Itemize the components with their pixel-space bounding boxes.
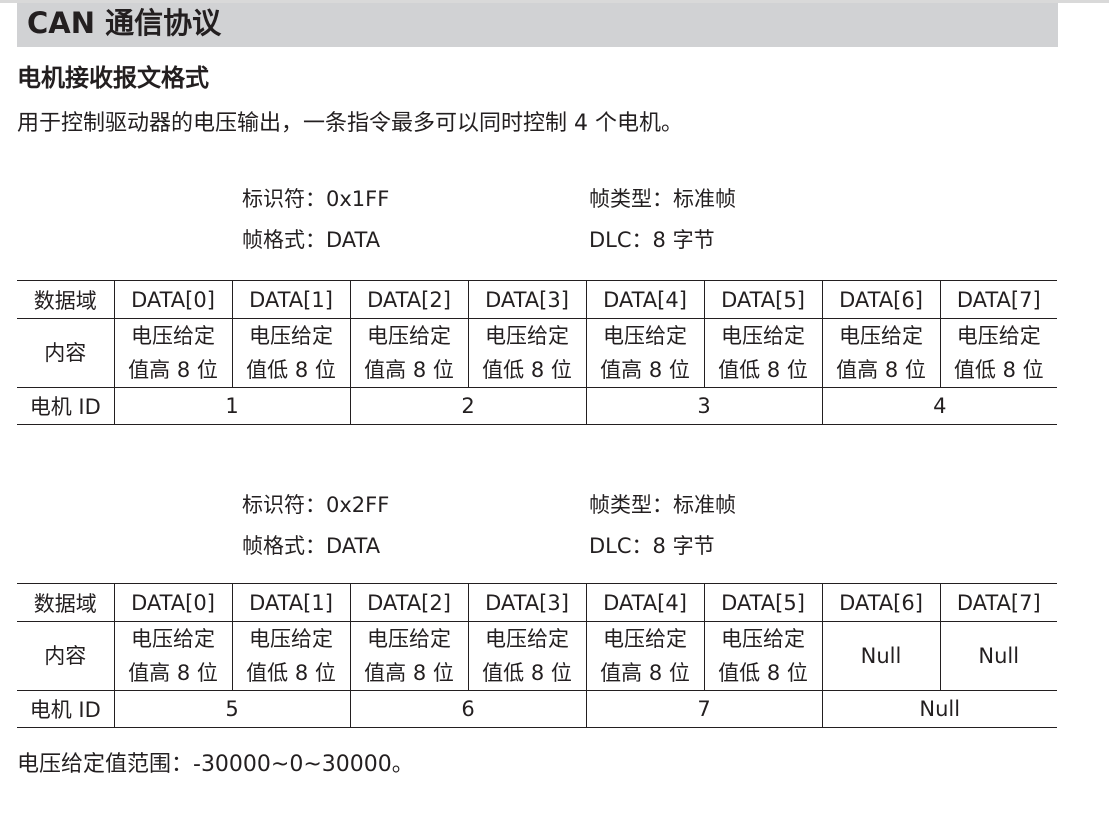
motor-id-cell: 1	[113, 387, 350, 425]
field-cell: DATA[2]	[349, 583, 468, 622]
motor-id-cell: 3	[585, 387, 822, 425]
motor-id-cell: 5	[113, 690, 350, 728]
field-cell: DATA[4]	[585, 280, 704, 319]
intro-text: 用于控制驱动器的电压输出，一条指令最多可以同时控制 4 个电机。	[17, 111, 683, 136]
content-cell: 电压给定 值低 8 位	[467, 318, 586, 388]
field-cell: DATA[7]	[939, 280, 1057, 319]
field-cell: DATA[6]	[821, 280, 940, 319]
motor-id-cell: Null	[821, 690, 1057, 728]
content-cell: 电压给定 值低 8 位	[231, 621, 350, 691]
frame2-field-row: 数据域 DATA[0] DATA[1] DATA[2] DATA[3] DATA…	[17, 583, 1057, 622]
motor-id-cell: 7	[585, 690, 822, 728]
field-cell: DATA[5]	[703, 583, 822, 622]
frame2-frame-format: 帧格式：DATA	[242, 534, 381, 558]
frame1-field-row: 数据域 DATA[0] DATA[1] DATA[2] DATA[3] DATA…	[17, 280, 1057, 319]
field-cell: DATA[2]	[349, 280, 468, 319]
motor-label: 电机 ID	[17, 690, 114, 728]
content-cell: 电压给定 值高 8 位	[113, 318, 232, 388]
motor-id-cell: 4	[821, 387, 1057, 425]
frame1-frame-format: 帧格式：DATA	[242, 228, 381, 252]
field-label: 数据域	[17, 280, 114, 319]
frame2-dlc: DLC：8 字节	[589, 534, 715, 558]
sub-title: 电机接收报文格式	[17, 64, 209, 92]
frame2-motor-row: 电机 ID 5 6 7 Null	[17, 690, 1057, 728]
content-cell: 电压给定 值低 8 位	[231, 318, 350, 388]
field-cell: DATA[7]	[939, 583, 1057, 622]
field-cell: DATA[0]	[113, 583, 232, 622]
content-cell: 电压给定 值高 8 位	[585, 318, 704, 388]
frame1-table: 数据域 DATA[0] DATA[1] DATA[2] DATA[3] DATA…	[17, 280, 1057, 425]
field-cell: DATA[0]	[113, 280, 232, 319]
motor-label: 电机 ID	[17, 387, 114, 425]
field-cell: DATA[1]	[231, 280, 350, 319]
field-cell: DATA[3]	[467, 583, 586, 622]
content-cell-null: Null	[939, 621, 1057, 691]
frame1-content-row: 内容 电压给定 值高 8 位 电压给定 值低 8 位 电压给定 值高 8 位 电压给定…	[17, 318, 1057, 388]
content-cell-null: Null	[821, 621, 940, 691]
content-cell: 电压给定 值低 8 位	[703, 318, 822, 388]
content-cell: 电压给定 值高 8 位	[821, 318, 940, 388]
content-cell: 电压给定 值低 8 位	[703, 621, 822, 691]
content-cell: 电压给定 值低 8 位	[467, 621, 586, 691]
field-cell: DATA[1]	[231, 583, 350, 622]
field-cell: DATA[5]	[703, 280, 822, 319]
motor-id-cell: 6	[349, 690, 586, 728]
motor-id-cell: 2	[349, 387, 586, 425]
content-cell: 电压给定 值高 8 位	[349, 318, 468, 388]
field-label: 数据域	[17, 583, 114, 622]
content-label: 内容	[17, 621, 114, 691]
field-cell: DATA[4]	[585, 583, 704, 622]
voltage-range-note: 电压给定值范围：-30000~0~30000。	[17, 752, 414, 777]
field-cell: DATA[6]	[821, 583, 940, 622]
field-cell: DATA[3]	[467, 280, 586, 319]
section-title: CAN 通信协议	[27, 6, 222, 40]
content-cell: 电压给定 值高 8 位	[113, 621, 232, 691]
content-cell: 电压给定 值高 8 位	[349, 621, 468, 691]
content-cell: 电压给定 值高 8 位	[585, 621, 704, 691]
frame2-frame-type: 帧类型：标准帧	[589, 493, 736, 517]
content-label: 内容	[17, 318, 114, 388]
frame1-dlc: DLC：8 字节	[589, 228, 715, 252]
frame2-content-row: 内容 电压给定 值高 8 位 电压给定 值低 8 位 电压给定 值高 8 位 电压给定…	[17, 621, 1057, 691]
frame1-identifier: 标识符：0x1FF	[242, 187, 390, 211]
frame2-table: 数据域 DATA[0] DATA[1] DATA[2] DATA[3] DATA…	[17, 583, 1057, 728]
section-header-bar: CAN 通信协议	[17, 3, 1058, 47]
frame1-frame-type: 帧类型：标准帧	[589, 187, 736, 211]
frame2-identifier: 标识符：0x2FF	[242, 493, 390, 517]
content-cell: 电压给定 值低 8 位	[939, 318, 1057, 388]
frame1-motor-row: 电机 ID 1 2 3 4	[17, 387, 1057, 425]
